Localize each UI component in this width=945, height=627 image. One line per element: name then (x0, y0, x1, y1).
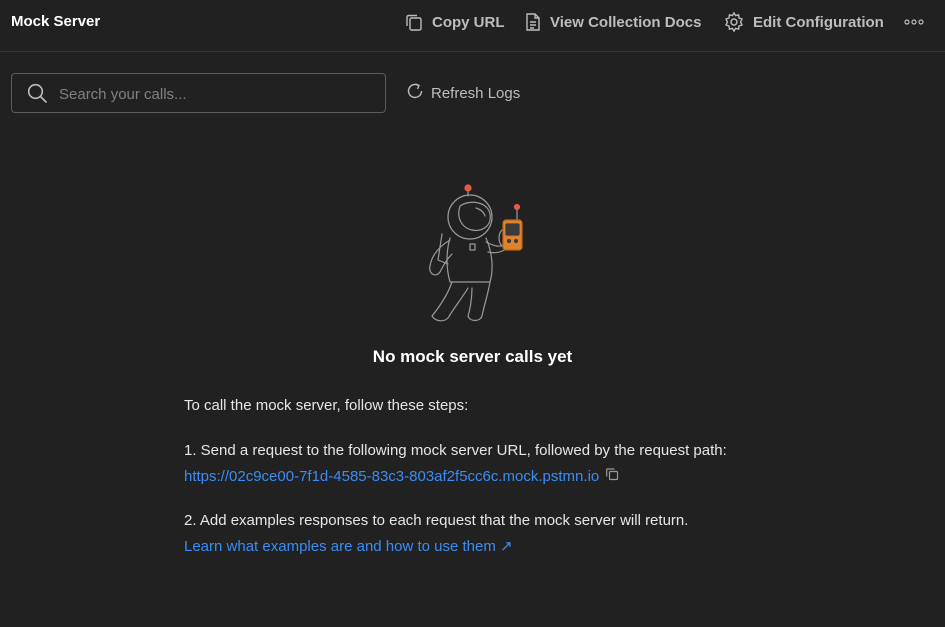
top-bar: Mock Server Copy URL View Collection Doc… (0, 0, 945, 52)
refresh-icon (406, 82, 424, 104)
copy-url-label: Copy URL (432, 13, 505, 31)
edit-configuration-label: Edit Configuration (753, 13, 884, 31)
step-2-text: 2. Add examples responses to each reques… (184, 512, 689, 529)
refresh-logs-button[interactable]: Refresh Logs (406, 82, 520, 104)
view-docs-label: View Collection Docs (550, 13, 702, 31)
gear-icon (723, 11, 745, 33)
page-title: Mock Server (11, 13, 101, 30)
more-icon[interactable] (904, 14, 924, 30)
search-box (11, 73, 386, 113)
refresh-logs-label: Refresh Logs (431, 84, 521, 102)
copy-url-button[interactable]: Copy URL (404, 10, 505, 34)
step-1-text: 1. Send a request to the following mock … (184, 442, 727, 459)
astronaut-illustration (410, 182, 535, 324)
copy-icon (404, 12, 424, 32)
learn-examples-link[interactable]: Learn what examples are and how to use t… (184, 538, 513, 555)
empty-state-title: No mock server calls yet (372, 347, 573, 366)
view-collection-docs-button[interactable]: View Collection Docs (524, 10, 701, 34)
search-icon (27, 83, 48, 109)
mock-server-url-link[interactable]: https://02c9ce00-7f1d-4585-83c3-803af2f5… (184, 468, 599, 485)
learn-examples-link-row: Learn what examples are and how to use t… (184, 537, 513, 555)
mock-url-row: https://02c9ce00-7f1d-4585-83c3-803af2f5… (184, 467, 619, 485)
edit-configuration-button[interactable]: Edit Configuration (723, 10, 884, 34)
instructions-intro: To call the mock server, follow these st… (184, 397, 469, 414)
copy-url-icon[interactable] (605, 467, 619, 485)
document-icon (524, 12, 542, 32)
search-input[interactable] (57, 80, 381, 108)
